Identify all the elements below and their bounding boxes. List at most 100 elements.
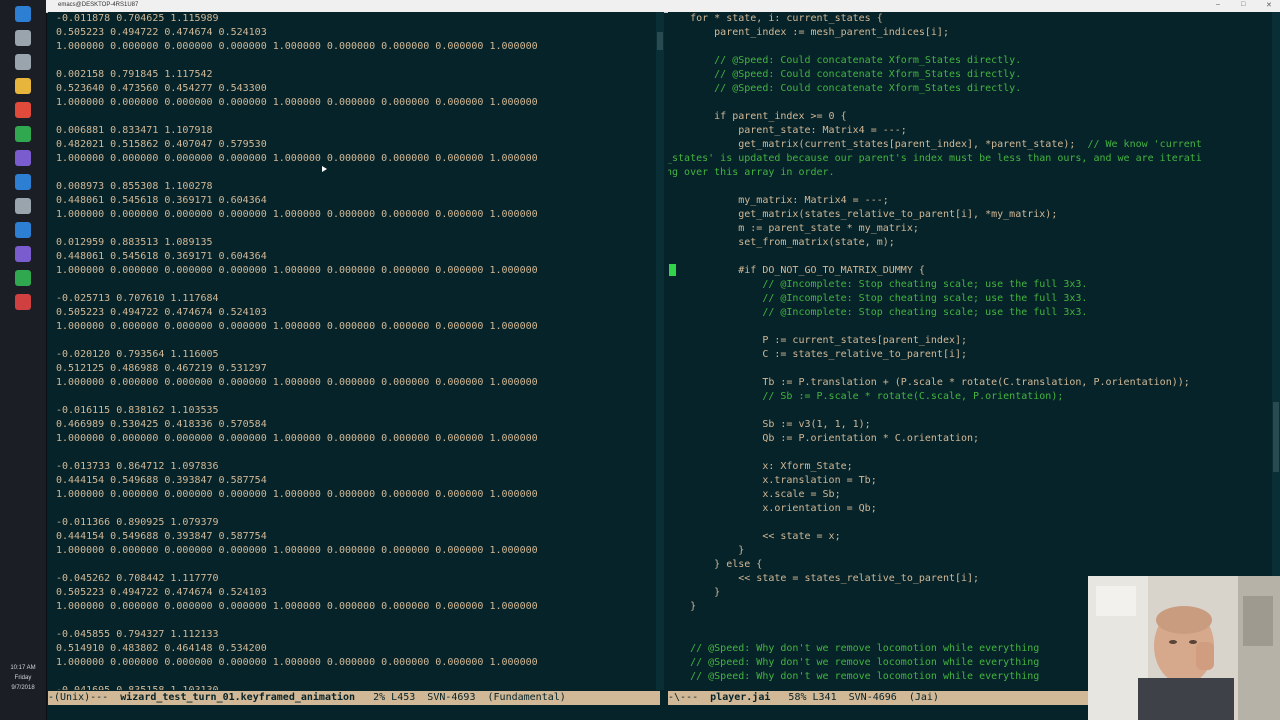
file-explorer-icon[interactable] xyxy=(15,78,31,94)
buffer-line xyxy=(56,390,538,404)
buffer-line: -0.016115 0.838162 1.103535 xyxy=(56,405,219,416)
buffer-line: 1.000000 0.000000 0.000000 0.000000 1.00… xyxy=(56,265,538,276)
buffer-line xyxy=(56,614,538,628)
left-modeline-buffer-name: wizard_test_turn_01.keyframed_animation xyxy=(120,692,356,703)
webcam-overlay xyxy=(1088,576,1280,720)
buffer-line xyxy=(56,222,538,236)
buffer-line: -0.011366 0.890925 1.079379 xyxy=(56,517,219,528)
buffer-line: 1.000000 0.000000 0.000000 0.000000 1.00… xyxy=(56,321,538,332)
clock-time: 10:17 AM xyxy=(10,665,36,671)
task-view-icon[interactable] xyxy=(15,54,31,70)
minimize-icon[interactable]: – xyxy=(1216,1,1220,8)
buffer-line: 0.523640 0.473560 0.454277 0.543300 xyxy=(56,83,267,94)
code-line: m := parent_state * my_matrix; xyxy=(668,223,919,234)
code-line: x.translation = Tb; xyxy=(668,475,877,486)
app-icon[interactable] xyxy=(15,174,31,190)
emacs-icon[interactable] xyxy=(15,246,31,262)
window-title: emacs@DESKTOP-4RS1U87 xyxy=(58,2,139,8)
code-line: P := current_states[parent_index]; xyxy=(668,335,968,346)
buffer-line: 0.006881 0.833471 1.107918 xyxy=(56,125,213,136)
code-line: set_from_matrix(state, m); xyxy=(668,237,895,248)
clock-date: 9/7/2018 xyxy=(11,685,35,691)
buffer-line: -0.045262 0.708442 1.117770 xyxy=(56,573,219,584)
code-line: get_matrix(current_states[parent_index],… xyxy=(668,139,1202,150)
buffer-line xyxy=(56,502,538,516)
code-line: << state = x; xyxy=(668,531,841,542)
code-line: #if DO_NOT_GO_TO_MATRIX_DUMMY { xyxy=(668,265,925,276)
windows-taskbar: 10:17 AM Friday 9/7/2018 xyxy=(0,0,47,720)
code-line: parent_state: Matrix4 = ---; xyxy=(668,125,907,136)
buffer-line xyxy=(56,446,538,460)
left-modeline-status: 2% L453 SVN-4693 (Fundamental) xyxy=(355,692,566,703)
code-line: get_matrix(states_relative_to_parent[i],… xyxy=(668,209,1058,220)
windows-icon[interactable] xyxy=(15,6,31,22)
buffer-line: -0.013733 0.864712 1.097836 xyxy=(56,461,219,472)
app-icon[interactable] xyxy=(15,126,31,142)
app-icon[interactable] xyxy=(15,270,31,286)
emacs-icon[interactable] xyxy=(15,150,31,166)
buffer-line xyxy=(56,670,538,684)
left-modeline-prefix: -(Unix)--- xyxy=(48,692,121,703)
settings-icon[interactable] xyxy=(15,198,31,214)
right-scrollbar-thumb[interactable] xyxy=(1273,402,1279,472)
code-line: } else { xyxy=(668,559,763,570)
buffer-line: 0.002158 0.791845 1.117542 xyxy=(56,69,213,80)
buffer-line: 1.000000 0.000000 0.000000 0.000000 1.00… xyxy=(56,97,538,108)
code-line: // @Speed: Could concatenate Xform_State… xyxy=(668,83,1022,94)
code-line: x.scale = Sb; xyxy=(668,489,841,500)
code-line: ng over this array in order. xyxy=(668,167,835,178)
buffer-line: 1.000000 0.000000 0.000000 0.000000 1.00… xyxy=(56,433,538,444)
left-buffer-text[interactable]: -0.011878 0.704625 1.115989 0.505223 0.49… xyxy=(56,12,538,690)
search-icon[interactable] xyxy=(15,30,31,46)
buffer-line: -0.041695 0.835158 1.103130 xyxy=(56,684,538,690)
code-line: my_matrix: Matrix4 = ---; xyxy=(668,195,889,206)
code-line: // @Speed: Could concatenate Xform_State… xyxy=(668,69,1022,80)
chrome-icon[interactable] xyxy=(15,102,31,118)
left-editor-pane[interactable]: -0.011878 0.704625 1.115989 0.505223 0.49… xyxy=(48,12,656,690)
left-scrollbar-thumb[interactable] xyxy=(657,32,663,50)
buffer-line: 0.444154 0.549688 0.393847 0.587754 xyxy=(56,531,267,542)
buffer-line xyxy=(56,54,538,68)
buffer-line: 1.000000 0.000000 0.000000 0.000000 1.00… xyxy=(56,41,538,52)
code-line: C := states_relative_to_parent[i]; xyxy=(668,349,968,360)
buffer-line: 1.000000 0.000000 0.000000 0.000000 1.00… xyxy=(56,545,538,556)
buffer-line: 0.512125 0.486988 0.467219 0.531297 xyxy=(56,363,267,374)
clock-day: Friday xyxy=(14,675,32,681)
code-line: x: Xform_State; xyxy=(668,461,853,472)
app-icon[interactable] xyxy=(15,222,31,238)
code-line: _states' is updated because our parent's… xyxy=(668,153,1202,164)
buffer-line: 0.514910 0.483802 0.464148 0.534200 xyxy=(56,643,267,654)
right-modeline-status: 58% L341 SVN-4696 (Jai) xyxy=(770,692,939,703)
app-icon[interactable] xyxy=(15,294,31,310)
buffer-line: -0.020120 0.793564 1.116005 xyxy=(56,349,219,360)
buffer-line: -0.011878 0.704625 1.115989 xyxy=(56,13,219,24)
buffer-line: 1.000000 0.000000 0.000000 0.000000 1.00… xyxy=(56,377,538,388)
buffer-line: 0.505223 0.494722 0.474674 0.524103 xyxy=(56,307,267,318)
buffer-line: 0.008973 0.855308 1.100278 xyxy=(56,181,213,192)
buffer-line: -0.045855 0.794327 1.112133 xyxy=(56,629,219,640)
buffer-line: 0.466989 0.530425 0.418336 0.570584 xyxy=(56,419,267,430)
maximize-icon[interactable]: □ xyxy=(1241,1,1245,8)
left-modeline: -(Unix)--- wizard_test_turn_01.keyframed… xyxy=(48,691,660,705)
buffer-line: 1.000000 0.000000 0.000000 0.000000 1.00… xyxy=(56,209,538,220)
code-line: if parent_index >= 0 { xyxy=(668,111,847,122)
right-modeline-prefix: -\--- xyxy=(668,692,711,703)
left-scrollbar[interactable] xyxy=(656,12,664,690)
close-icon[interactable]: ✕ xyxy=(1266,1,1272,9)
buffer-line xyxy=(56,110,538,124)
buffer-line: 0.444154 0.549688 0.393847 0.587754 xyxy=(56,475,267,486)
buffer-line: 0.482021 0.515862 0.407047 0.579530 xyxy=(56,139,267,150)
right-modeline-buffer-name: player.jai xyxy=(710,692,771,703)
code-line: Qb := P.orientation * C.orientation; xyxy=(668,433,980,444)
code-line: for * state, i: current_states { xyxy=(668,13,883,24)
buffer-line xyxy=(56,278,538,292)
code-line: parent_index := mesh_parent_indices[i]; xyxy=(668,27,949,38)
webcam-video-icon xyxy=(1088,576,1280,720)
code-line: } xyxy=(668,545,745,556)
